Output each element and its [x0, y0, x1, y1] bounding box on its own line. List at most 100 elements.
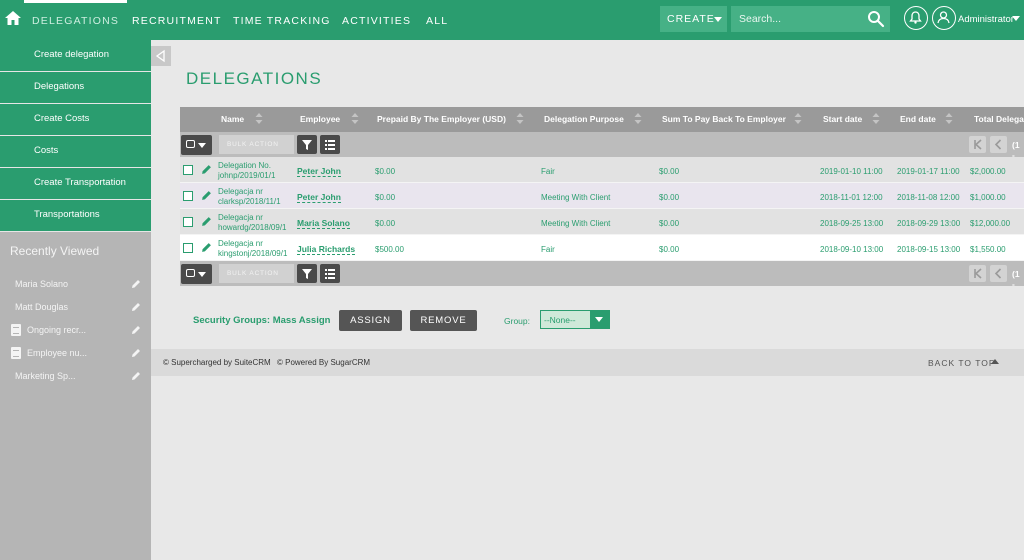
table-row[interactable]: Delegation No. johnp/2019/01/1 Peter John… [180, 157, 1024, 183]
sort-icon[interactable] [634, 113, 642, 124]
recent-item-employee-number[interactable]: Employee nu... [0, 343, 151, 365]
row-employee-link[interactable]: Maria Solano [297, 218, 350, 229]
row-payback: $0.00 [659, 167, 680, 176]
row-name-link[interactable]: Delegacja nr kingstonj/2018/09/1 [218, 239, 287, 259]
sidebar-item-create-costs[interactable]: Create Costs [0, 104, 151, 136]
sort-icon[interactable] [516, 113, 524, 124]
chevron-down-icon [198, 272, 206, 277]
sort-icon[interactable] [872, 113, 880, 124]
row-name-link[interactable]: Delegacja nr clarksp/2018/11/1 [218, 187, 281, 207]
search-input[interactable] [731, 6, 861, 32]
pencil-icon[interactable] [131, 371, 141, 381]
row-total: $2,000.00 [970, 167, 1006, 176]
row-employee-link[interactable]: Peter John [297, 192, 341, 203]
column-header-start-date[interactable]: Start date [823, 114, 862, 124]
pencil-icon[interactable] [131, 348, 141, 358]
sort-icon[interactable] [351, 113, 359, 124]
suitecrm-credit-link[interactable]: © Supercharged by SuiteCRM [163, 358, 271, 367]
tab-activities[interactable]: ACTIVITIES [342, 15, 411, 27]
group-select[interactable]: --None-- [540, 310, 610, 329]
remove-button[interactable]: REMOVE [410, 310, 477, 331]
sidebar-item-transportations[interactable]: Transportations [0, 200, 151, 232]
create-button[interactable]: CREATE [660, 6, 727, 32]
pencil-icon[interactable] [201, 216, 212, 227]
sidebar-item-delegations[interactable]: Delegations [0, 72, 151, 104]
recent-item-label: Marketing Sp... [15, 371, 76, 381]
back-to-top-link[interactable]: BACK TO TOP [928, 358, 996, 368]
row-name-link[interactable]: Delegation No. johnp/2019/01/1 [218, 161, 275, 181]
prev-page-button[interactable] [990, 136, 1007, 153]
recent-item-label: Matt Douglas [15, 302, 69, 312]
tab-time-tracking[interactable]: TIME TRACKING [233, 15, 331, 27]
row-start-date: 2018-11-01 12:00 [820, 193, 883, 202]
column-header-sum-to-pay-back[interactable]: Sum To Pay Back To Employer [662, 114, 786, 124]
column-header-prepaid[interactable]: Prepaid By The Employer (USD) [377, 114, 506, 124]
sidebar-item-costs[interactable]: Costs [0, 136, 151, 168]
filter-button[interactable] [297, 135, 317, 154]
sidebar-item-create-transportation[interactable]: Create Transportation [0, 168, 151, 200]
row-name-link[interactable]: Delegacja nr howardg/2018/09/1 [218, 213, 287, 233]
row-employee-link[interactable]: Peter John [297, 166, 341, 177]
tab-all[interactable]: ALL [426, 15, 448, 27]
sugarcrm-credit-link[interactable]: © Powered By SugarCRM [277, 358, 370, 367]
sort-icon[interactable] [794, 113, 802, 124]
row-name-line1: Delegation No. [218, 161, 271, 170]
bulk-action-button[interactable]: BULK ACTION [219, 135, 294, 154]
recent-item-matt-douglas[interactable]: Matt Douglas [0, 297, 151, 319]
bulk-action-button[interactable]: BULK ACTION [219, 264, 294, 283]
first-page-button[interactable] [969, 265, 986, 282]
pencil-icon[interactable] [131, 325, 141, 335]
prev-page-button[interactable] [990, 265, 1007, 282]
pencil-icon[interactable] [201, 164, 212, 175]
user-menu-avatar[interactable] [932, 6, 956, 30]
select-all-dropdown[interactable] [181, 135, 212, 155]
arrow-up-icon[interactable] [991, 359, 999, 364]
first-page-icon [974, 139, 982, 150]
notifications-button[interactable] [904, 6, 928, 30]
sort-icon[interactable] [945, 113, 953, 124]
table-row[interactable]: Delegacja nr kingstonj/2018/09/1 Julia Ri… [180, 235, 1024, 261]
column-header-end-date[interactable]: End date [900, 114, 936, 124]
row-end-date: 2018-09-15 13:00 [897, 245, 961, 254]
recent-item-marketing-specialist[interactable]: Marketing Sp... [0, 366, 151, 388]
pencil-icon[interactable] [201, 190, 212, 201]
row-checkbox[interactable] [183, 165, 193, 175]
row-employee-link[interactable]: Julia Richards [297, 244, 356, 255]
pencil-icon[interactable] [131, 302, 141, 312]
table-row[interactable]: Delegacja nr clarksp/2018/11/1 Peter John… [180, 183, 1024, 209]
row-checkbox[interactable] [183, 191, 193, 201]
sidebar-item-label: Costs [34, 145, 59, 156]
row-name-line1: Delegacja nr [218, 213, 263, 222]
assign-button[interactable]: ASSIGN [339, 310, 402, 331]
sort-icon[interactable] [255, 113, 263, 124]
recent-item-ongoing-recruitment[interactable]: Ongoing recr... [0, 320, 151, 342]
table-row[interactable]: Delegacja nr howardg/2018/09/1 Maria Sola… [180, 209, 1024, 235]
row-name-line2: clarksp/2018/11/1 [218, 197, 281, 206]
column-header-name[interactable]: Name [221, 114, 244, 124]
pencil-icon[interactable] [201, 242, 212, 253]
first-page-icon [974, 268, 982, 279]
sidebar: Create delegation Delegations Create Cos… [0, 40, 151, 560]
pencil-icon[interactable] [131, 279, 141, 289]
select-all-dropdown[interactable] [181, 264, 212, 284]
user-menu-name[interactable]: Administrator [958, 14, 1014, 25]
column-header-employee[interactable]: Employee [300, 114, 340, 124]
column-chooser-button[interactable] [320, 264, 340, 283]
first-page-button[interactable] [969, 136, 986, 153]
row-purpose: Meeting With Client [541, 193, 611, 202]
home-icon[interactable] [4, 9, 22, 27]
column-chooser-button[interactable] [320, 135, 340, 154]
tab-delegations[interactable]: DELEGATIONS [23, 0, 128, 27]
row-total: $1,550.00 [970, 245, 1006, 254]
recent-item-maria-solano[interactable]: Maria Solano [0, 274, 151, 296]
tab-recruitment[interactable]: RECRUITMENT [132, 15, 222, 27]
column-header-delegation-purpose[interactable]: Delegation Purpose [544, 114, 624, 124]
row-checkbox[interactable] [183, 217, 193, 227]
column-header-total[interactable]: Total Delega [974, 114, 1024, 124]
filter-button[interactable] [297, 264, 317, 283]
chevron-down-icon[interactable] [1012, 16, 1020, 21]
collapse-sidebar-button[interactable] [151, 46, 171, 66]
sidebar-item-create-delegation[interactable]: Create delegation [0, 40, 151, 72]
row-checkbox[interactable] [183, 243, 193, 253]
search-icon[interactable] [867, 10, 885, 28]
